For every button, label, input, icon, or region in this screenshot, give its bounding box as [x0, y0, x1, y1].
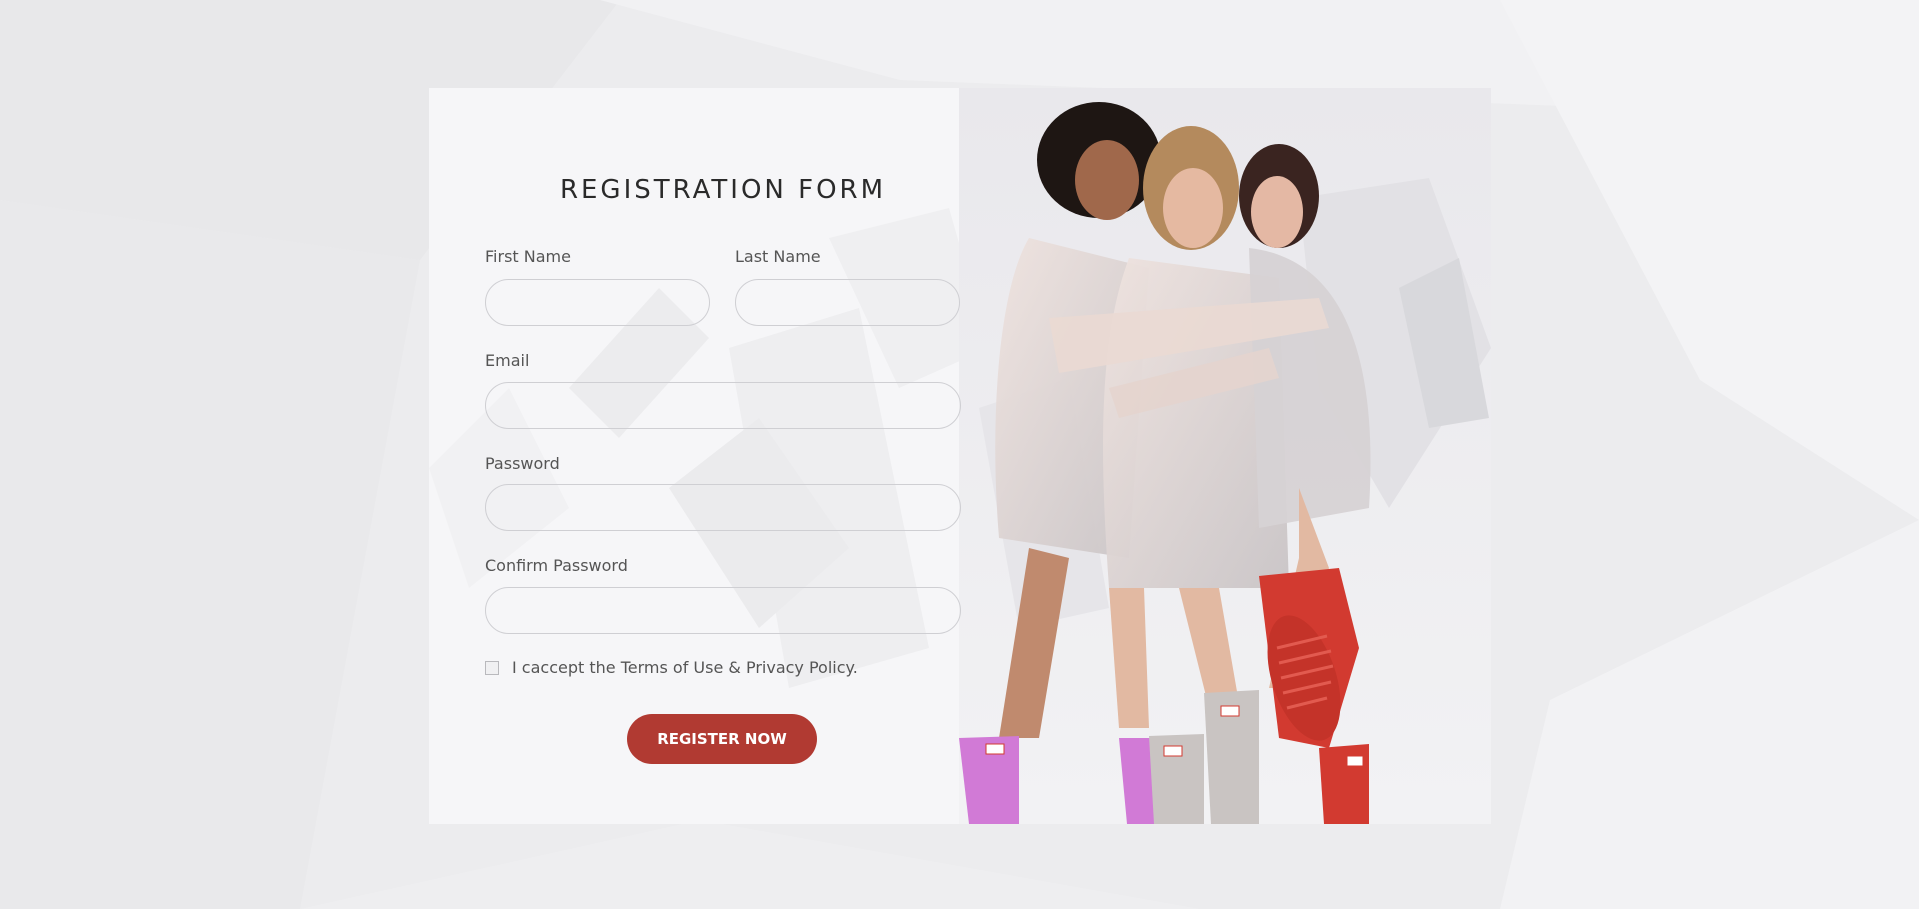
last-name-label: Last Name	[735, 247, 821, 266]
first-name-field[interactable]	[485, 279, 710, 326]
terms-label: I caccept the Terms of Use & Privacy Pol…	[512, 658, 858, 677]
email-label: Email	[485, 351, 530, 370]
registration-form: REGISTRATION FORM First Name Last Name E…	[485, 88, 961, 824]
password-label: Password	[485, 454, 560, 473]
password-field[interactable]	[485, 484, 961, 531]
terms-checkbox[interactable]	[485, 661, 499, 675]
last-name-field[interactable]	[735, 279, 960, 326]
confirm-password-label: Confirm Password	[485, 556, 628, 575]
form-title: REGISTRATION FORM	[559, 175, 887, 205]
registration-card: REGISTRATION FORM First Name Last Name E…	[429, 88, 1491, 824]
register-button[interactable]: REGISTER NOW	[627, 714, 817, 764]
hero-photo	[959, 88, 1491, 824]
email-field[interactable]	[485, 382, 961, 429]
first-name-label: First Name	[485, 247, 571, 266]
confirm-password-field[interactable]	[485, 587, 961, 634]
